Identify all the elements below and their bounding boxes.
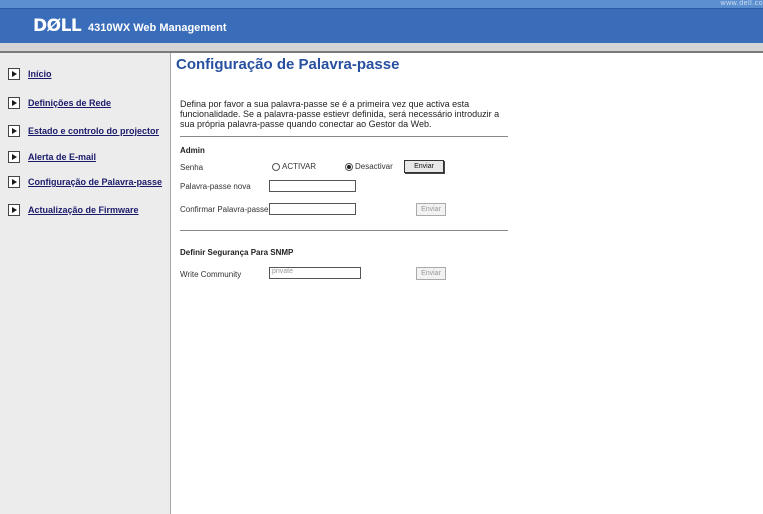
sidebar-item-firmware-update[interactable]: Actualização de Firmware [8,203,139,217]
intro-text: Defina por favor a sua palavra-passe se … [180,99,500,129]
radio-unchecked-icon[interactable] [272,162,280,171]
snmp-section-title: Definir Segurança Para SNMP [180,248,294,257]
arrow-right-icon [8,97,20,109]
arrow-right-icon [8,176,20,188]
app-header: DØLL 4310WX Web Management [0,8,763,43]
divider [180,136,508,137]
sidebar-item-password-config[interactable]: Configuração de Palavra-passe [8,175,162,189]
sidebar-item-projector-status[interactable]: Estado e controlo do projector [8,124,159,138]
radio-checked-icon[interactable] [345,162,353,171]
confirm-password-label: Confirmar Palavra-passe [180,205,269,214]
product-title: 4310WX Web Management [88,22,227,34]
desactivar-label: Desactivar [355,162,393,171]
activar-radio[interactable]: ACTIVAR [272,162,316,171]
sidebar-item-label[interactable]: Estado e controlo do projector [28,126,159,136]
snmp-submit-button[interactable]: Enviar [416,267,446,280]
arrow-right-icon [8,151,20,163]
desactivar-radio[interactable]: Desactivar [345,162,393,171]
sidebar-item-label[interactable]: Alerta de E-mail [28,152,96,162]
sidebar-item-label[interactable]: Actualização de Firmware [28,205,139,215]
divider [180,230,508,231]
sidebar-item-inicio[interactable]: Início [8,67,52,81]
sidebar-item-network-settings[interactable]: Definições de Rede [8,96,111,110]
admin-section-title: Admin [180,146,205,155]
password-submit-button[interactable]: Enviar [416,203,446,216]
sidebar-item-label[interactable]: Configuração de Palavra-passe [28,177,162,187]
page-title: Configuração de Palavra-passe [176,56,400,73]
dell-logo: DØLL [33,16,82,36]
senha-label: Senha [180,163,204,172]
write-community-label: Write Community [180,270,242,279]
sidebar: Início Definições de Rede Estado e contr… [0,53,171,514]
arrow-right-icon [8,68,20,80]
write-community-input[interactable]: private [269,267,361,279]
arrow-right-icon [8,204,20,216]
new-password-label: Palavra-passe nova [180,182,251,191]
new-password-input[interactable] [269,180,356,192]
sidebar-item-label[interactable]: Início [28,69,52,79]
activar-label: ACTIVAR [282,162,317,171]
site-url: www.dell.co [720,0,763,7]
sidebar-item-label[interactable]: Definições de Rede [28,98,111,108]
confirm-password-input[interactable] [269,203,356,215]
senha-submit-button[interactable]: Enviar [404,160,444,173]
header-gap [0,43,763,51]
top-strip: www.dell.co [0,0,763,8]
arrow-right-icon [8,125,20,137]
sidebar-item-email-alert[interactable]: Alerta de E-mail [8,150,96,164]
